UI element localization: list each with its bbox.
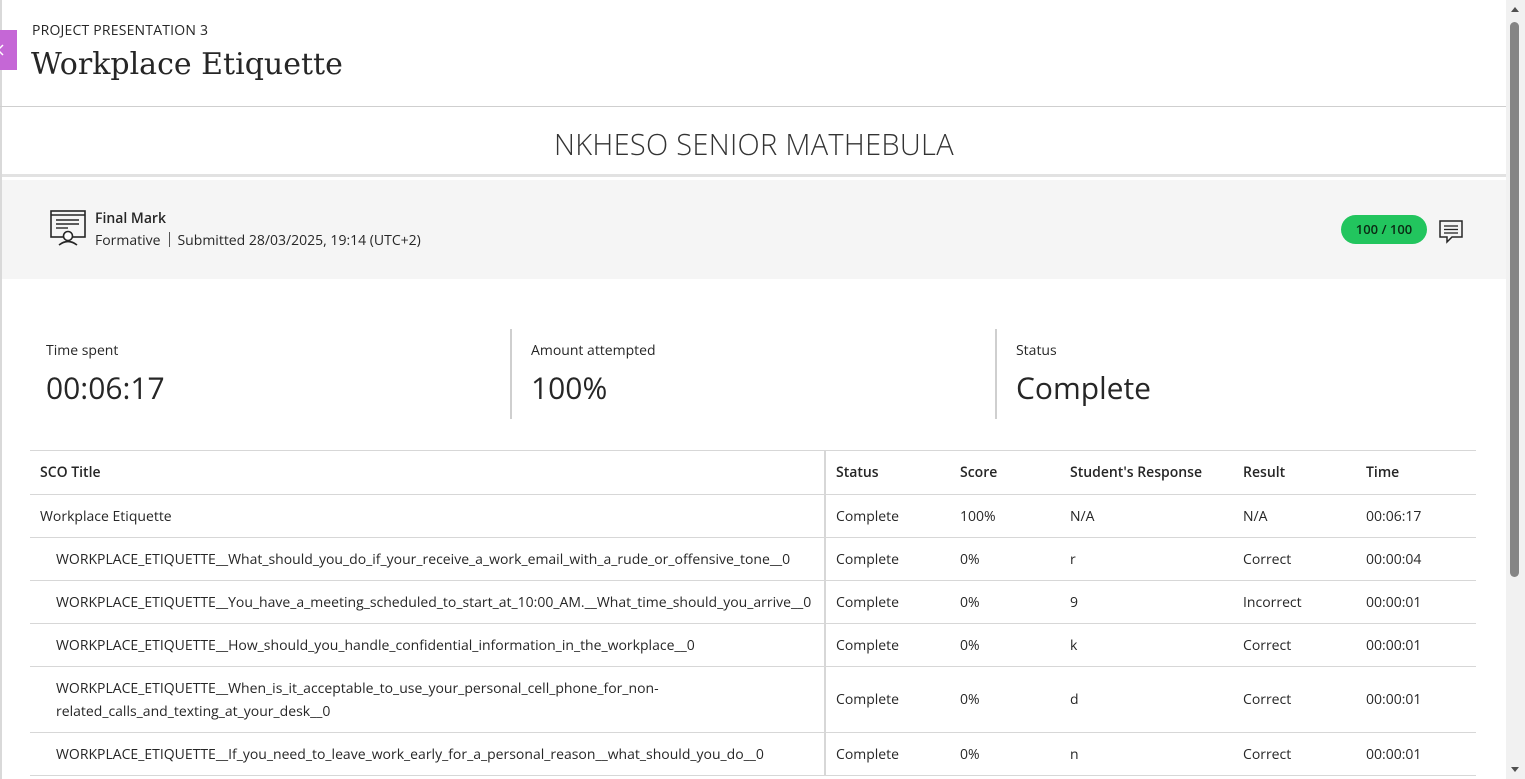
attempt-stats: Time spent 00:06:17 Amount attempted 100… xyxy=(30,329,1476,419)
cell-score: 0% xyxy=(950,666,1060,733)
vertical-scrollbar[interactable] xyxy=(1506,0,1525,779)
chevron-left-icon xyxy=(0,44,4,56)
cell-result: Incorrect xyxy=(1233,580,1356,624)
final-mark-band: Final Mark Formative Submitted 28/03/2025… xyxy=(2,180,1506,279)
cell-sco-title: WORKPLACE_ETIQUETTE__When_is_it_acceptab… xyxy=(30,666,826,733)
cell-status: Complete xyxy=(825,666,950,733)
stat-time-spent: Time spent 00:06:17 xyxy=(46,329,510,419)
scroll-down-arrow-icon[interactable] xyxy=(1511,767,1519,772)
rubric-presentation-icon xyxy=(50,210,86,246)
cell-time: 00:00:01 xyxy=(1356,623,1476,667)
cell-response: k xyxy=(1060,623,1233,667)
cell-status: Complete xyxy=(825,623,950,667)
comment-icon[interactable] xyxy=(1438,219,1464,245)
cell-time: 00:00:01 xyxy=(1356,732,1476,776)
cell-score: 100% xyxy=(950,494,1060,538)
cell-status: Complete xyxy=(825,494,950,538)
cell-sco-title: WORKPLACE_ETIQUETTE__If_you_need_to_leav… xyxy=(30,732,826,776)
cell-status: Complete xyxy=(825,732,950,776)
cell-response: N/A xyxy=(1060,494,1233,538)
stat-amount-attempted: Amount attempted 100% xyxy=(510,329,995,419)
sco-results-table: SCO Title Status Score Student's Respons… xyxy=(30,450,1476,779)
cell-sco-title: WORKPLACE_ETIQUETTE__You_have_a_meeting_… xyxy=(30,580,826,624)
stat-status: Status Complete xyxy=(995,329,1475,419)
scroll-up-arrow-icon[interactable] xyxy=(1511,7,1519,12)
column-header-status: Status xyxy=(825,450,950,495)
stat-value: 100% xyxy=(531,367,608,408)
cell-score: 0% xyxy=(950,537,1060,581)
table-row: WORKPLACE_ETIQUETTE__What_should_you_do_… xyxy=(30,537,1476,581)
cell-time: 00:00:01 xyxy=(1356,580,1476,624)
cell-status: Complete xyxy=(825,537,950,581)
column-header-sco-title: SCO Title xyxy=(30,450,826,495)
cell-response: 9 xyxy=(1060,580,1233,624)
meta-divider xyxy=(168,232,170,247)
cell-result: Correct xyxy=(1233,666,1356,733)
cell-status: Complete xyxy=(825,580,950,624)
score-badge[interactable]: 100 / 100 xyxy=(1341,215,1427,244)
table-row: WORKPLACE_ETIQUETTE__You_have_a_meeting_… xyxy=(30,580,1476,624)
stat-label: Amount attempted xyxy=(531,341,656,360)
final-mark-meta: Formative Submitted 28/03/2025, 19:14 (UT… xyxy=(95,231,421,250)
column-header-result: Result xyxy=(1233,450,1356,495)
cell-sco-title: Workplace Etiquette xyxy=(30,494,826,538)
page-title: Workplace Etiquette xyxy=(31,47,343,82)
stat-label: Status xyxy=(1016,341,1057,360)
cell-sco-title-line: WORKPLACE_ETIQUETTE__When_is_it_acceptab… xyxy=(56,678,659,698)
cell-result: Correct xyxy=(1233,537,1356,581)
table-header-row: SCO Title Status Score Student's Respons… xyxy=(30,450,1476,495)
student-name: NKHESO SENIOR MATHEBULA xyxy=(554,125,954,164)
assignment-eyebrow: PROJECT PRESENTATION 3 xyxy=(32,21,209,40)
cell-sco-title: WORKPLACE_ETIQUETTE__What_should_you_do_… xyxy=(30,537,826,581)
table-row: WORKPLACE_ETIQUETTE__If_you_need_to_leav… xyxy=(30,732,1476,776)
submitted-date: Submitted 28/03/2025, 19:14 (UTC+2) xyxy=(177,231,421,250)
column-header-time: Time xyxy=(1356,450,1476,495)
table-row: WORKPLACE_ETIQUETTE__How_should_you_hand… xyxy=(30,623,1476,667)
table-row: Workplace Etiquette Complete 100% N/A N/… xyxy=(30,494,1476,538)
cell-response: r xyxy=(1060,537,1233,581)
cell-result: Correct xyxy=(1233,623,1356,667)
back-button[interactable] xyxy=(0,30,17,70)
stat-value: Complete xyxy=(1016,367,1152,408)
cell-response: d xyxy=(1060,666,1233,733)
cell-score: 0% xyxy=(950,732,1060,776)
cell-sco-title: WORKPLACE_ETIQUETTE__How_should_you_hand… xyxy=(30,623,826,667)
cell-score: 0% xyxy=(950,580,1060,624)
student-name-band: NKHESO SENIOR MATHEBULA xyxy=(2,107,1506,177)
cell-time: 00:06:17 xyxy=(1356,494,1476,538)
cell-time: 00:00:01 xyxy=(1356,666,1476,733)
cell-time: 00:00:04 xyxy=(1356,537,1476,581)
stat-value: 00:06:17 xyxy=(46,367,165,408)
cell-sco-title-line: related_calls_and_texting_at_your_desk__… xyxy=(56,701,331,721)
grade-type: Formative xyxy=(95,231,161,250)
table-row: WORKPLACE_ETIQUETTE__When_is_it_acceptab… xyxy=(30,666,1476,733)
cell-result: Correct xyxy=(1233,732,1356,776)
cell-result: N/A xyxy=(1233,494,1356,538)
column-header-score: Score xyxy=(950,450,1060,495)
stat-label: Time spent xyxy=(46,341,119,360)
cell-response: n xyxy=(1060,732,1233,776)
cell-score: 0% xyxy=(950,623,1060,667)
page-header: PROJECT PRESENTATION 3 Workplace Etiquet… xyxy=(0,0,1506,107)
final-mark-label: Final Mark xyxy=(95,209,166,228)
column-header-response: Student's Response xyxy=(1060,450,1233,495)
scrollbar-thumb[interactable] xyxy=(1510,22,1519,577)
